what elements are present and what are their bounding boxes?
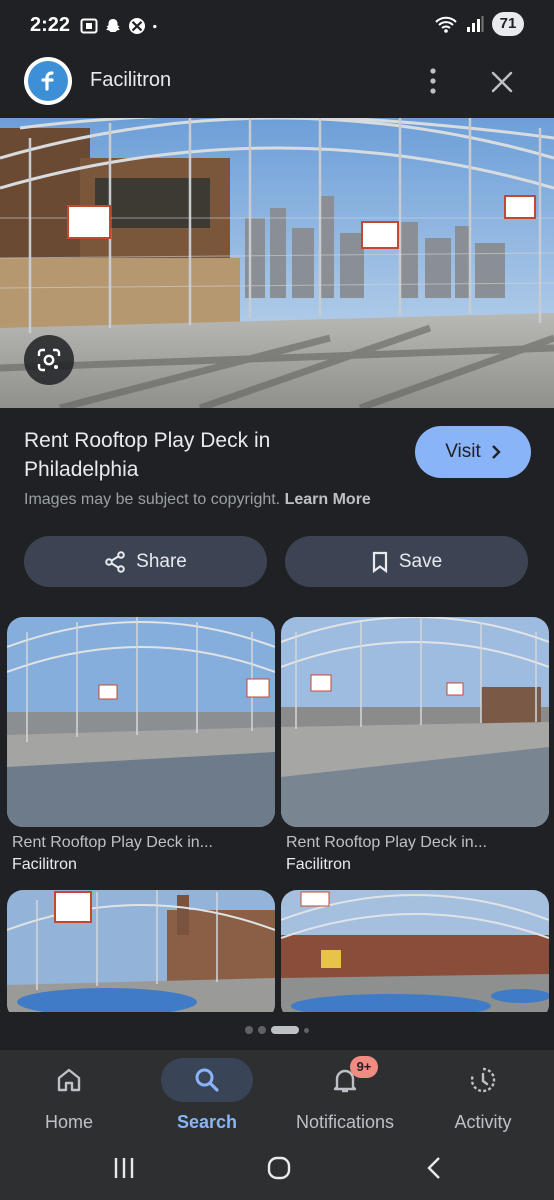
search-icon <box>195 1068 219 1092</box>
screenshot-icon <box>80 18 98 34</box>
lens-icon <box>37 348 61 372</box>
status-icons-right: 71 <box>434 12 524 36</box>
nav-notifications[interactable]: 9+ Notifications <box>276 1056 414 1133</box>
related-caption-2: Rent Rooftop Play Deck in... Facilitron <box>286 834 554 874</box>
logo-glyph <box>41 71 54 91</box>
more-vert-icon <box>430 68 436 94</box>
related-title-2[interactable]: Rent Rooftop Play Deck in... <box>286 834 554 852</box>
back-button[interactable] <box>414 1152 454 1184</box>
more-options-button[interactable] <box>418 64 448 98</box>
result-title[interactable]: Rent Rooftop Play Deck in Philadelphia <box>24 426 354 484</box>
status-bar: 2:22 71 <box>0 0 554 52</box>
dot-icon <box>153 24 157 29</box>
pager-dot-active[interactable] <box>271 1026 299 1034</box>
related-title-1[interactable]: Rent Rooftop Play Deck in... <box>12 834 280 852</box>
related-image-3[interactable] <box>7 890 275 1020</box>
snapchat-icon <box>106 19 120 32</box>
nav-activity-label: Activity <box>454 1112 512 1132</box>
activity-icon <box>470 1067 496 1093</box>
related-source-1: Facilitron <box>12 856 77 873</box>
status-icons-left <box>80 16 162 36</box>
search-icon-wrap <box>161 1058 253 1102</box>
related-source-2: Facilitron <box>286 856 351 873</box>
home-icon <box>57 1068 81 1092</box>
site-logo[interactable] <box>24 57 72 105</box>
result-header: Facilitron <box>0 52 554 114</box>
nav-activity[interactable]: Activity <box>414 1058 552 1133</box>
bell-icon-wrap: 9+ <box>313 1056 378 1102</box>
pager-dot[interactable] <box>258 1026 266 1034</box>
facilitron-logo-icon <box>28 61 68 101</box>
home-system-button[interactable] <box>259 1152 299 1184</box>
nav-search-label: Search <box>176 1112 238 1132</box>
share-icon <box>105 550 125 573</box>
recents-icon <box>114 1158 134 1178</box>
pager-dot[interactable] <box>245 1026 253 1034</box>
related-image-2[interactable] <box>281 617 549 827</box>
site-name[interactable]: Facilitron <box>90 69 171 92</box>
google-lens-button[interactable] <box>24 335 74 385</box>
save-button[interactable]: Save <box>285 536 528 587</box>
share-label: Share <box>136 550 187 572</box>
xbox-icon <box>129 18 145 34</box>
recents-button[interactable] <box>104 1152 144 1184</box>
hero-image[interactable] <box>0 118 554 408</box>
related-photo-3 <box>7 890 275 1020</box>
related-image-4[interactable] <box>281 890 549 1020</box>
related-image-1[interactable] <box>7 617 275 827</box>
activity-icon-wrap <box>451 1058 515 1102</box>
visit-label: Visit <box>445 441 481 462</box>
chevron-right-icon <box>491 445 501 459</box>
nav-search[interactable]: Search <box>138 1058 276 1133</box>
share-button[interactable]: Share <box>24 536 267 587</box>
visit-button[interactable]: Visit <box>415 426 531 478</box>
nav-notifications-label: Notifications <box>295 1112 395 1132</box>
bookmark-icon <box>372 551 387 573</box>
copyright-notice: Images may be subject to copyright. Lear… <box>24 491 371 509</box>
related-photo-1 <box>7 617 275 827</box>
home-circle-icon <box>267 1156 291 1180</box>
learn-more-link[interactable]: Learn More <box>285 491 371 508</box>
rooftop-court-photo <box>0 118 554 408</box>
battery-level: 71 <box>492 12 524 36</box>
related-photo-4 <box>281 890 549 1020</box>
pager-dot[interactable] <box>304 1027 309 1033</box>
back-icon <box>427 1157 440 1179</box>
system-navigation-bar <box>0 1140 554 1200</box>
save-label: Save <box>398 550 443 572</box>
notification-badge: 9+ <box>350 1056 378 1078</box>
home-icon-wrap <box>37 1058 101 1102</box>
close-button[interactable] <box>484 64 520 100</box>
carousel-pager <box>0 1026 554 1034</box>
copyright-text: Images may be subject to copyright. <box>24 491 281 508</box>
status-time: 2:22 <box>30 14 71 36</box>
nav-home[interactable]: Home <box>0 1058 138 1133</box>
nav-home-label: Home <box>44 1112 93 1132</box>
signal-icon <box>467 16 484 32</box>
wifi-icon <box>435 16 457 33</box>
close-icon <box>491 71 513 93</box>
related-caption-1: Rent Rooftop Play Deck in... Facilitron <box>12 834 280 874</box>
related-photo-2 <box>281 617 549 827</box>
